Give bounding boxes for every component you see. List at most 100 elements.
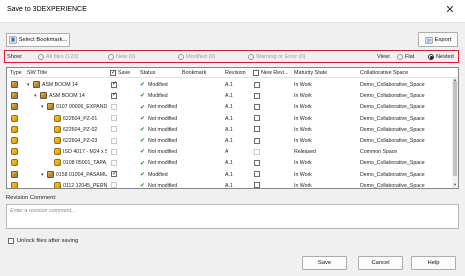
unlock-files-label: Unlock files after saving [17,238,79,244]
assembly-icon [11,81,18,88]
col-collaborative-space[interactable]: Collaborative Space [360,70,408,76]
save-checkbox [111,103,117,110]
new-revision-checkbox[interactable] [254,103,260,110]
table-row[interactable]: 622604_PZ-03 ✔ Not modified A.1 In Work Demo_… [7,135,446,146]
help-button-label: Help [427,260,440,266]
export-button[interactable]: Export [418,32,458,47]
collaborative-space: Demo_Collaborative_Space [360,182,425,189]
assembly-icon [11,170,18,178]
status-text: Not modified [148,126,178,133]
new-revision-checkbox[interactable] [254,126,260,133]
save-button[interactable]: Save [302,256,347,270]
part-file-icon [54,114,61,122]
modified-label: Modified (0) [186,53,216,60]
maturity-state: In Work [294,93,312,100]
select-bookmark-label: Select Bookmark... [18,37,68,43]
revision-comment-field[interactable]: Enter a revision comment... [6,204,459,229]
scroll-down-icon[interactable]: ▼ [452,182,458,187]
part-file-icon [54,181,61,188]
revision-comment-placeholder: Enter a revision comment... [10,208,76,214]
status-text: Modified [148,93,168,100]
col-bookmark[interactable]: Bookmark [182,70,206,76]
new-revision-all-checkbox[interactable] [253,70,259,76]
close-icon[interactable]: ✕ [444,4,456,16]
warning-radio[interactable] [248,54,254,60]
new-revision-checkbox[interactable] [254,81,260,88]
new-radio[interactable] [108,54,114,60]
table-row[interactable]: ▾ 0158 01004_PASAMUR... ✔Modified A.1 In Wor… [7,169,446,180]
table-row[interactable]: 622604_PZ-02 ✔ Not modified A.1 In Work Demo_… [7,124,446,135]
col-sw-title[interactable]: SW Title [27,70,47,76]
maturity-state: In Work [294,115,312,122]
table-row[interactable]: ISO 4017 - M24 x 5... ✔Not modified A Relea… [7,146,446,157]
new-revision-checkbox[interactable] [254,115,260,122]
maturity-state: In Work [294,171,312,178]
save-checkbox[interactable] [111,170,117,178]
sw-title: 0158 01004_PASAMUR... [56,171,107,178]
new-revision-checkbox[interactable] [254,92,260,99]
flat-label: Flat [405,53,415,60]
col-new-revision[interactable]: New Revi... [261,70,289,76]
cancel-button[interactable]: Cancel [358,256,403,270]
expand-arrow-icon[interactable]: ▾ [34,93,37,99]
table-row[interactable]: 622604_PZ-01 ✔ Not modified A.1 In Work Demo_… [7,113,446,124]
save-checkbox[interactable] [111,91,117,99]
save-checkbox[interactable] [111,80,117,88]
part-icon [11,148,18,156]
table-row[interactable]: ▾ ASM BOOM 14 ✔Modified A.1 In Work Demo_Coll… [7,79,446,90]
revision-value: A.1 [225,126,233,133]
col-type[interactable]: Type [10,70,22,76]
new-revision-checkbox[interactable] [254,171,260,178]
table-row[interactable]: ▾ 0107 00006_EXPANDER... ✔Not modified A.1 I… [7,101,446,112]
files-grid: Type SW Title Save Status Bookmark Revis… [6,67,459,189]
assembly-icon [11,92,18,100]
grid-header: Type SW Title Save Status Bookmark Revis… [7,68,458,78]
col-maturity-state[interactable]: Maturity State [294,70,327,76]
status-text: Not modified [148,160,178,167]
scrollbar-thumb[interactable] [453,81,457,176]
new-revision-checkbox[interactable] [254,137,260,144]
part-icon [11,137,18,144]
unlock-files-checkbox[interactable] [8,238,14,244]
sw-title: 0112 12045_PERN... [63,182,107,189]
col-revision[interactable]: Revision [225,70,246,76]
sw-title: ASM BOOM 14 [42,82,78,88]
flat-radio[interactable] [397,54,403,60]
new-revision-checkbox[interactable] [254,159,260,166]
all-files-radio[interactable] [38,54,44,60]
assembly-file-icon [33,81,40,88]
modified-radio[interactable] [178,54,184,60]
status-ok-icon: ✔ [140,126,146,133]
assembly-file-icon [47,170,54,178]
collaborative-space: Demo_Collaborative_Space [360,160,425,167]
sw-title: 622604_PZ-01 [63,115,98,122]
scroll-up-icon[interactable]: ▲ [452,77,458,82]
part-file-icon [54,125,61,133]
save-all-checkbox[interactable] [110,69,116,76]
help-button[interactable]: Help [411,256,456,270]
table-row[interactable]: ▾ ASM BOOM 14 ✔Modified A.1 In Work Demo_Coll… [7,90,446,101]
collaborative-space: Demo_Collaborative_Space [360,138,425,144]
status-ok-icon: ✔ [140,171,146,178]
select-bookmark-button[interactable]: Select Bookmark... [6,33,70,47]
status-ok-icon: ✔ [140,104,146,111]
expand-arrow-icon[interactable]: ▾ [27,82,30,88]
expand-arrow-icon[interactable]: ▾ [41,172,44,178]
bookmark-icon [9,36,17,44]
revision-comment-label: Revision Comment: [6,195,57,201]
collaborative-space: Demo_Collaborative_Space [360,104,425,111]
status-text: Not modified [148,115,178,122]
collaborative-space: Demo_Collaborative_Space [360,115,425,122]
table-row[interactable]: 0108 05001_TAPA_120... ✔Not modified A.1 In… [7,157,446,168]
col-save[interactable]: Save [118,70,130,76]
save-checkbox [111,137,117,144]
col-status[interactable]: Status [140,70,155,76]
expand-arrow-icon[interactable]: ▾ [41,104,44,110]
collaborative-space: Common Space [360,149,398,156]
new-revision-checkbox[interactable] [254,182,260,188]
maturity-state: Released [294,149,316,156]
table-row[interactable]: 0112 12045_PERN... ✔ Not modified A.1 In Wor… [7,180,446,189]
nested-radio[interactable] [428,54,434,60]
revision-value: A.1 [225,138,233,144]
part-icon [11,125,18,133]
